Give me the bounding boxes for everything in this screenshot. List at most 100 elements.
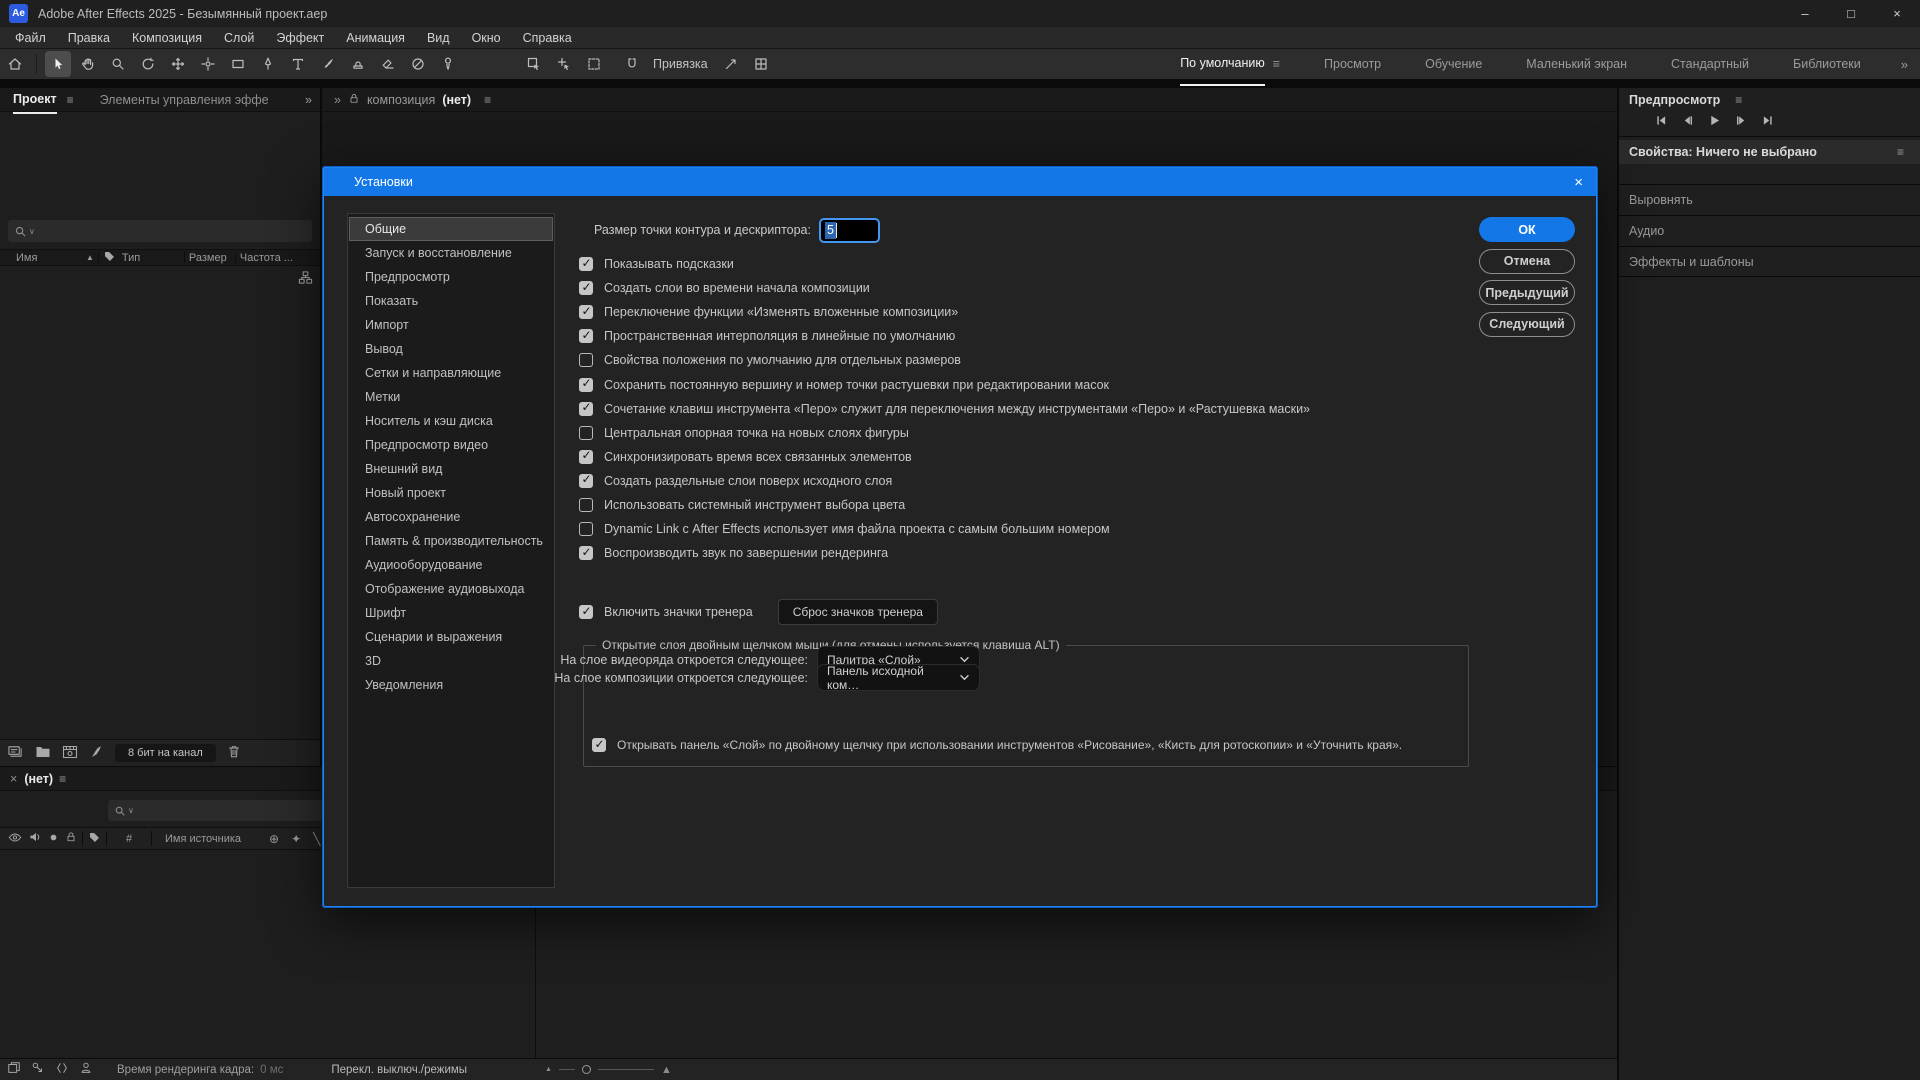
snap-icon[interactable] (619, 51, 645, 77)
preferences-category[interactable]: Импорт (349, 313, 553, 337)
menu-item[interactable]: Файл (4, 27, 57, 49)
audio-icon[interactable] (29, 831, 42, 846)
menu-item[interactable]: Слой (213, 27, 265, 49)
color-settings-icon[interactable] (89, 744, 104, 762)
checkbox[interactable] (579, 425, 593, 440)
workspace-overflow-icon[interactable]: » (1889, 57, 1920, 72)
menu-item[interactable]: Анимация (335, 27, 416, 49)
menu-item[interactable]: Окно (461, 27, 512, 49)
panel-menu-icon[interactable]: ≡ (484, 93, 491, 107)
lock-icon[interactable] (65, 831, 77, 846)
preferences-category[interactable]: 3D (349, 649, 553, 673)
preferences-category[interactable]: Общие (349, 217, 553, 241)
workspace-tab[interactable]: Стандартный (1649, 49, 1771, 79)
dialog-button[interactable]: ОК (1479, 217, 1575, 242)
menu-item[interactable]: Правка (57, 27, 121, 49)
menu-item[interactable]: Вид (416, 27, 461, 49)
checkbox[interactable] (579, 400, 593, 416)
play-button[interactable] (1709, 115, 1720, 129)
reset-coach-marks-button[interactable]: Сброс значков тренера (777, 599, 938, 625)
puppet-pin-tool-icon[interactable] (435, 51, 461, 77)
cursor-box-icon[interactable] (521, 51, 547, 77)
checkbox[interactable] (579, 497, 593, 512)
preferences-category[interactable]: Новый проект (349, 481, 553, 505)
preferences-category[interactable]: Показать (349, 289, 553, 313)
workspace-tab[interactable]: Обучение (1403, 49, 1504, 79)
lock-icon[interactable] (348, 92, 360, 108)
dropdown[interactable]: Панель исходной ком… (817, 664, 980, 692)
label-column-icon[interactable] (103, 250, 116, 266)
workspace-tab[interactable]: Просмотр (1302, 49, 1403, 79)
preferences-category[interactable]: Отображение аудиовыхода (349, 577, 553, 601)
coach-marks-icon[interactable] (79, 1061, 93, 1078)
checkbox[interactable] (592, 737, 606, 752)
dialog-titlebar[interactable]: Установки × (324, 168, 1596, 196)
panel-menu-icon[interactable]: ≡ (67, 93, 74, 107)
tab-project[interactable]: Проект (0, 88, 61, 114)
toggle-switches-modes-button[interactable]: Перекл. выключ./режимы (331, 1064, 467, 1076)
graph-node-icon[interactable] (31, 1061, 45, 1078)
collapsed-panel-tab[interactable]: Аудио (1619, 215, 1920, 246)
workspace-tab[interactable]: По умолчанию ≡ (1158, 49, 1302, 86)
solo-icon[interactable] (49, 833, 58, 845)
project-search-input[interactable]: ∨ (8, 220, 312, 242)
column-rate[interactable]: Частота ... (240, 252, 293, 264)
marquee-icon[interactable] (581, 51, 607, 77)
shape-tool-icon[interactable] (225, 51, 251, 77)
cursor-crosshair-icon[interactable] (551, 51, 577, 77)
timeline-switch-icon[interactable]: ╲ (313, 832, 320, 846)
checkbox[interactable] (579, 604, 593, 619)
preferences-category[interactable]: Метки (349, 385, 553, 409)
zoom-tool-icon[interactable] (105, 51, 131, 77)
column-type[interactable]: Тип (122, 252, 180, 264)
preferences-category[interactable]: Сетки и направляющие (349, 361, 553, 385)
trash-icon[interactable] (227, 744, 241, 762)
brackets-icon[interactable] (55, 1061, 69, 1078)
dialog-button[interactable]: Предыдущий (1479, 280, 1575, 305)
skip-to-start-button[interactable] (1655, 115, 1667, 129)
preferences-category[interactable]: Вывод (349, 337, 553, 361)
checkbox[interactable] (579, 472, 593, 488)
comp-tab-overflow-icon[interactable]: » (334, 93, 341, 107)
hand-tool-icon[interactable] (75, 51, 101, 77)
checkbox[interactable] (579, 304, 593, 320)
preferences-category[interactable]: Запуск и восстановление (349, 241, 553, 265)
pen-tool-icon[interactable] (255, 51, 281, 77)
column-name[interactable]: Имя (0, 252, 86, 264)
preferences-category[interactable]: Аудиооборудование (349, 553, 553, 577)
roto-brush-tool-icon[interactable] (405, 51, 431, 77)
checkbox[interactable] (579, 353, 593, 368)
interpret-footage-icon[interactable] (7, 744, 24, 762)
workspace-tab[interactable]: Маленький экран (1504, 49, 1649, 79)
project-flowchart-icon[interactable] (298, 270, 313, 288)
checkbox[interactable] (579, 448, 593, 464)
skip-to-end-button[interactable] (1762, 115, 1774, 129)
point-size-input[interactable]: 5 (819, 218, 880, 243)
orbit-tool-icon[interactable] (135, 51, 161, 77)
timeline-search-input[interactable]: ∨ (108, 800, 324, 821)
pickwhip-icon[interactable] (718, 51, 744, 77)
checkbox[interactable] (579, 280, 593, 296)
collapsed-panel-tab[interactable]: Выровнять (1619, 184, 1920, 215)
sort-asc-icon[interactable]: ▲ (86, 253, 94, 262)
menu-item[interactable]: Эффект (265, 27, 335, 49)
zoom-slider-thumb[interactable] (581, 1065, 591, 1074)
snapshot-layers-icon[interactable] (7, 1061, 21, 1078)
checkbox[interactable] (579, 376, 593, 392)
maximize-button[interactable]: □ (1828, 0, 1874, 27)
clone-stamp-tool-icon[interactable] (345, 51, 371, 77)
dialog-button[interactable]: Следующий (1479, 311, 1575, 337)
timeline-tab-name[interactable]: (нет) (24, 772, 53, 786)
step-back-button[interactable] (1682, 115, 1694, 129)
selection-tool-icon[interactable] (45, 51, 71, 77)
home-icon[interactable] (2, 51, 28, 77)
timeline-tab-close-icon[interactable]: × (10, 772, 17, 786)
column-source-name[interactable]: Имя источника (165, 833, 241, 845)
checkbox[interactable] (579, 545, 593, 561)
comp-tab-label[interactable]: композиция (367, 93, 435, 107)
timeline-switch-icon[interactable]: ⊕ (269, 832, 279, 846)
panel-menu-icon[interactable]: ≡ (59, 772, 66, 786)
tab-overflow-icon[interactable]: » (305, 93, 320, 107)
preferences-category[interactable]: Предпросмотр видео (349, 433, 553, 457)
column-number[interactable]: # (112, 833, 146, 845)
